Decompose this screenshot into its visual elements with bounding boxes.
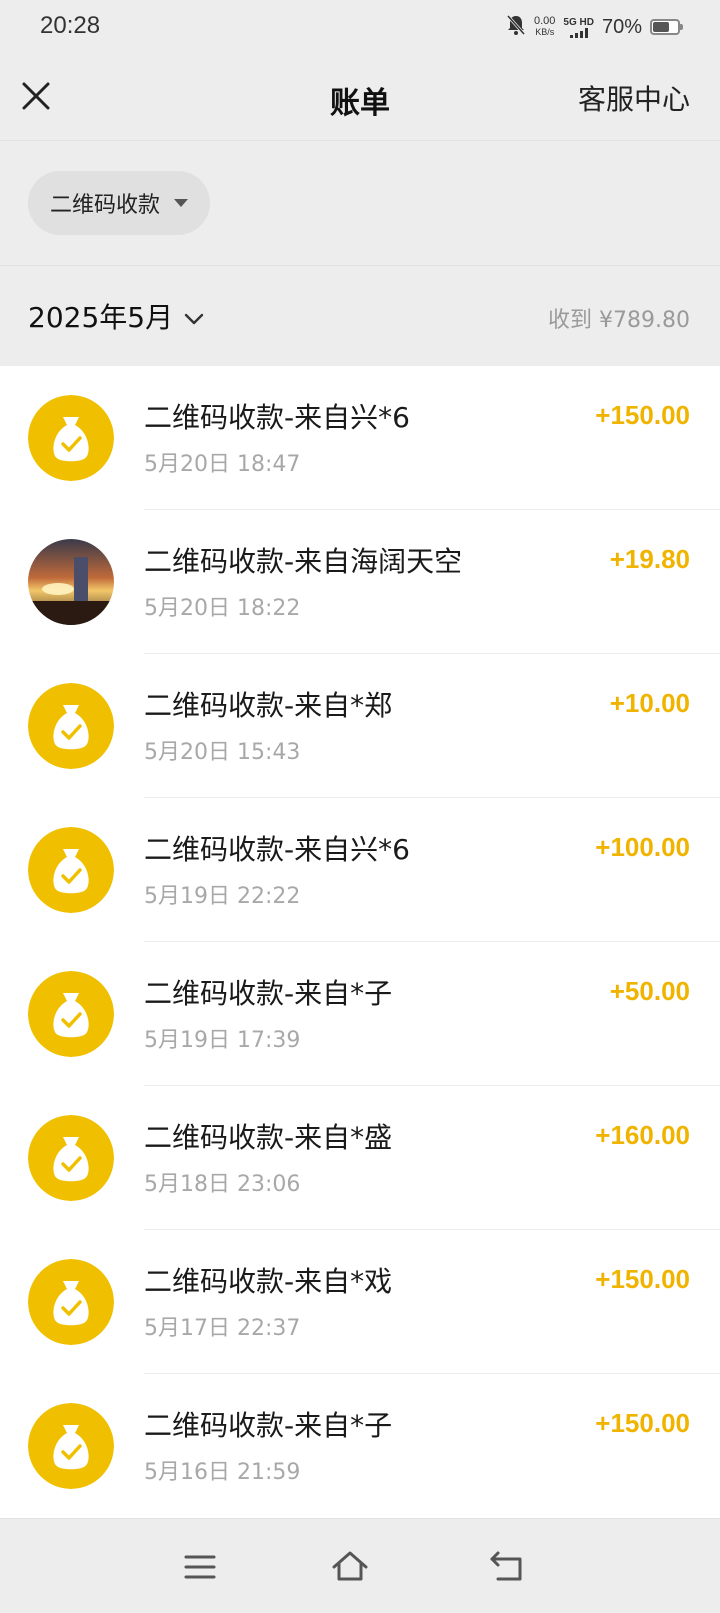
battery-percent: 70% <box>601 15 642 38</box>
battery-tip <box>680 24 683 30</box>
transaction-time: 5月19日 22:22 <box>144 884 301 909</box>
transaction-time: 5月18日 23:06 <box>144 1172 301 1197</box>
status-indicators: 0.00 KB/s 5G HD 70% <box>506 14 683 40</box>
transaction-title: 二维码收款-来自海阔天空 <box>144 545 463 578</box>
chevron-down-icon <box>183 300 205 333</box>
nav-bar: 账单 客服中心 <box>0 56 720 141</box>
transaction-title: 二维码收款-来自*盛 <box>144 1121 393 1154</box>
transaction-title: 二维码收款-来自兴*6 <box>144 401 410 434</box>
transaction-row[interactable]: 二维码收款-来自海阔天空 5月20日 18:22 +19.80 <box>0 510 720 654</box>
transaction-amount: +150.00 <box>595 1408 690 1438</box>
transaction-time: 5月17日 22:37 <box>144 1316 301 1341</box>
transaction-row[interactable]: 二维码收款-来自*戏 5月17日 22:37 +150.00 <box>0 1230 720 1374</box>
money-bag-icon <box>28 827 114 913</box>
transaction-title: 二维码收款-来自*子 <box>144 977 393 1010</box>
transaction-time: 5月20日 18:22 <box>144 596 301 621</box>
transaction-time: 5月19日 17:39 <box>144 1028 301 1053</box>
battery-fill <box>653 22 670 32</box>
money-bag-icon <box>28 395 114 481</box>
network-label: 5G HD <box>563 16 594 28</box>
transaction-amount: +160.00 <box>595 1120 690 1150</box>
status-bar: 20:28 0.00 KB/s 5G HD 70% <box>0 0 720 56</box>
transaction-amount: +100.00 <box>595 832 690 862</box>
month-header: 2025年5月 收到 ¥789.80 <box>0 266 720 366</box>
transaction-time: 5月16日 21:59 <box>144 1460 301 1485</box>
transaction-amount: +150.00 <box>595 400 690 430</box>
money-bag-icon <box>28 1115 114 1201</box>
transaction-amount: +150.00 <box>595 1264 690 1294</box>
bell-muted-icon <box>506 14 526 40</box>
caret-down-icon <box>174 199 189 207</box>
menu-icon[interactable] <box>180 1549 220 1585</box>
transaction-row[interactable]: 二维码收款-来自*子 5月16日 21:59 +150.00 <box>0 1374 720 1518</box>
transaction-row[interactable]: 二维码收款-来自兴*6 5月19日 22:22 +100.00 <box>0 798 720 942</box>
customer-service-button[interactable]: 客服中心 <box>578 78 690 118</box>
signal-icon: 5G HD <box>563 17 594 38</box>
money-bag-icon <box>28 683 114 769</box>
net-speed: 0.00 KB/s <box>534 16 555 38</box>
transaction-row[interactable]: 二维码收款-来自*盛 5月18日 23:06 +160.00 <box>0 1086 720 1230</box>
filter-dropdown[interactable]: 二维码收款 <box>28 171 211 235</box>
transaction-title: 二维码收款-来自兴*6 <box>144 833 410 866</box>
transaction-row[interactable]: 二维码收款-来自兴*6 5月20日 18:47 +150.00 <box>0 366 720 510</box>
net-speed-unit: KB/s <box>535 27 555 37</box>
transaction-row[interactable]: 二维码收款-来自*子 5月19日 17:39 +50.00 <box>0 942 720 1086</box>
month-selector[interactable]: 2025年5月 <box>28 296 205 336</box>
system-nav-bar <box>0 1518 720 1613</box>
home-icon[interactable] <box>330 1549 370 1585</box>
transaction-amount: +50.00 <box>609 976 690 1006</box>
transaction-title: 二维码收款-来自*子 <box>144 1409 393 1442</box>
money-bag-icon <box>28 1403 114 1489</box>
transaction-title: 二维码收款-来自*郑 <box>144 689 393 722</box>
battery-icon <box>650 19 683 35</box>
transaction-time: 5月20日 18:47 <box>144 452 301 477</box>
money-bag-icon <box>28 1259 114 1345</box>
transaction-amount: +10.00 <box>609 688 690 718</box>
month-summary: 收到 ¥789.80 <box>548 308 690 333</box>
filter-label: 二维码收款 <box>50 193 161 218</box>
transaction-title: 二维码收款-来自*戏 <box>144 1265 393 1298</box>
back-icon[interactable] <box>488 1549 528 1585</box>
money-bag-icon <box>28 971 114 1057</box>
transaction-time: 5月20日 15:43 <box>144 740 301 765</box>
transaction-amount: +19.80 <box>609 544 690 574</box>
net-speed-value: 0.00 <box>533 15 556 27</box>
filter-row: 二维码收款 <box>0 141 720 266</box>
payer-avatar <box>28 539 114 625</box>
month-label: 2025年5月 <box>28 301 174 334</box>
status-time: 20:28 <box>40 12 101 39</box>
transaction-row[interactable]: 二维码收款-来自*郑 5月20日 15:43 +10.00 <box>0 654 720 798</box>
transaction-list: 二维码收款-来自兴*6 5月20日 18:47 +150.00 二维码收款-来自海阔天… <box>0 366 720 1518</box>
